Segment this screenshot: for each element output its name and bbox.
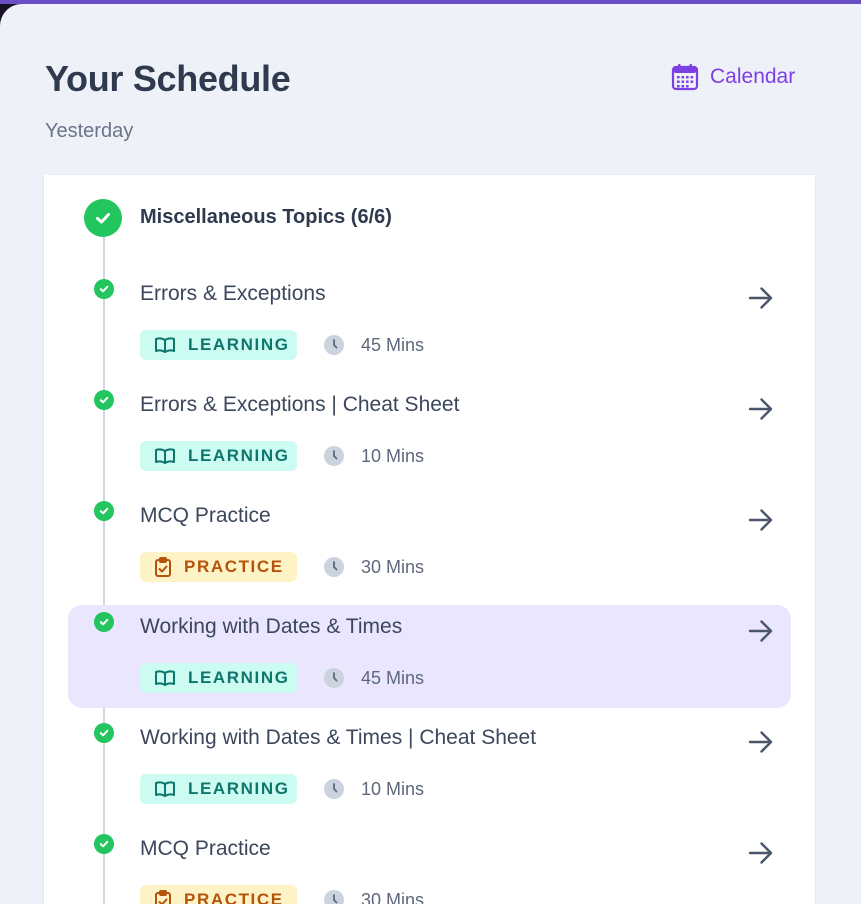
page-title: Your Schedule <box>45 58 291 99</box>
clock-icon <box>324 446 344 466</box>
book-icon <box>154 669 176 687</box>
practice-badge: PRACTICE <box>140 885 297 904</box>
item-duration: 30 Mins <box>361 890 425 904</box>
schedule-item[interactable]: Working with Dates & Times | Cheat Sheet… <box>68 716 791 819</box>
clock-icon <box>324 890 344 904</box>
badge-label: PRACTICE <box>184 890 284 904</box>
schedule-item[interactable]: MCQ Practice PRACTICE 30 Mins <box>68 494 791 597</box>
item-duration: 45 Mins <box>361 668 425 688</box>
group-title: Miscellaneous Topics (6/6) <box>140 206 392 228</box>
item-title: Errors & Exceptions <box>140 282 326 305</box>
item-duration: 45 Mins <box>361 335 425 355</box>
item-title: Errors & Exceptions | Cheat Sheet <box>140 393 460 416</box>
practice-badge: PRACTICE <box>140 552 297 582</box>
clock-icon <box>324 557 344 577</box>
item-title: Working with Dates & Times <box>140 615 403 638</box>
arrow-right-icon[interactable] <box>747 728 775 761</box>
item-duration: 10 Mins <box>361 446 425 466</box>
item-completed-check-icon <box>94 390 114 410</box>
item-completed-check-icon <box>94 723 114 743</box>
date-label: Yesterday <box>45 120 134 142</box>
schedule-item[interactable]: Errors & Exceptions LEARNING 45 Mins <box>68 272 791 375</box>
learning-badge: LEARNING <box>140 441 297 471</box>
item-completed-check-icon <box>94 279 114 299</box>
item-completed-check-icon <box>94 834 114 854</box>
learning-badge: LEARNING <box>140 330 297 360</box>
badge-label: LEARNING <box>188 668 290 687</box>
arrow-right-icon[interactable] <box>747 839 775 872</box>
book-icon <box>154 336 176 354</box>
book-icon <box>154 447 176 465</box>
arrow-right-icon[interactable] <box>747 395 775 428</box>
arrow-right-icon[interactable] <box>747 284 775 317</box>
badge-label: PRACTICE <box>184 557 284 576</box>
item-duration: 30 Mins <box>361 557 425 577</box>
clock-icon <box>324 779 344 799</box>
clock-icon <box>324 668 344 688</box>
item-completed-check-icon <box>94 501 114 521</box>
clipboard-icon <box>154 556 172 578</box>
badge-label: LEARNING <box>188 446 290 465</box>
calendar-icon <box>671 64 699 91</box>
clock-icon <box>324 335 344 355</box>
schedule-panel: Your Schedule Yesterday Calendar Miscell… <box>0 4 861 904</box>
item-title: MCQ Practice <box>140 837 271 860</box>
schedule-item[interactable]: Errors & Exceptions | Cheat Sheet LEARNIN… <box>68 383 791 486</box>
learning-badge: LEARNING <box>140 663 297 693</box>
topic-group-card: Miscellaneous Topics (6/6) Errors & Exce… <box>44 175 815 904</box>
book-icon <box>154 780 176 798</box>
badge-label: LEARNING <box>188 779 290 798</box>
badge-label: LEARNING <box>188 335 290 354</box>
schedule-item[interactable]: Working with Dates & Times LEARNING 45 Min… <box>68 605 791 708</box>
clipboard-icon <box>154 889 172 904</box>
learning-badge: LEARNING <box>140 774 297 804</box>
item-title: MCQ Practice <box>140 504 271 527</box>
calendar-link[interactable]: Calendar <box>670 62 795 92</box>
item-title: Working with Dates & Times | Cheat Sheet <box>140 726 537 749</box>
item-completed-check-icon <box>94 612 114 632</box>
group-completed-check-icon <box>84 199 122 237</box>
item-duration: 10 Mins <box>361 779 425 799</box>
arrow-right-icon[interactable] <box>747 506 775 539</box>
schedule-item[interactable]: MCQ Practice PRACTICE 30 Mins <box>68 827 791 904</box>
arrow-right-icon[interactable] <box>747 617 775 650</box>
calendar-link-label: Calendar <box>710 65 796 88</box>
